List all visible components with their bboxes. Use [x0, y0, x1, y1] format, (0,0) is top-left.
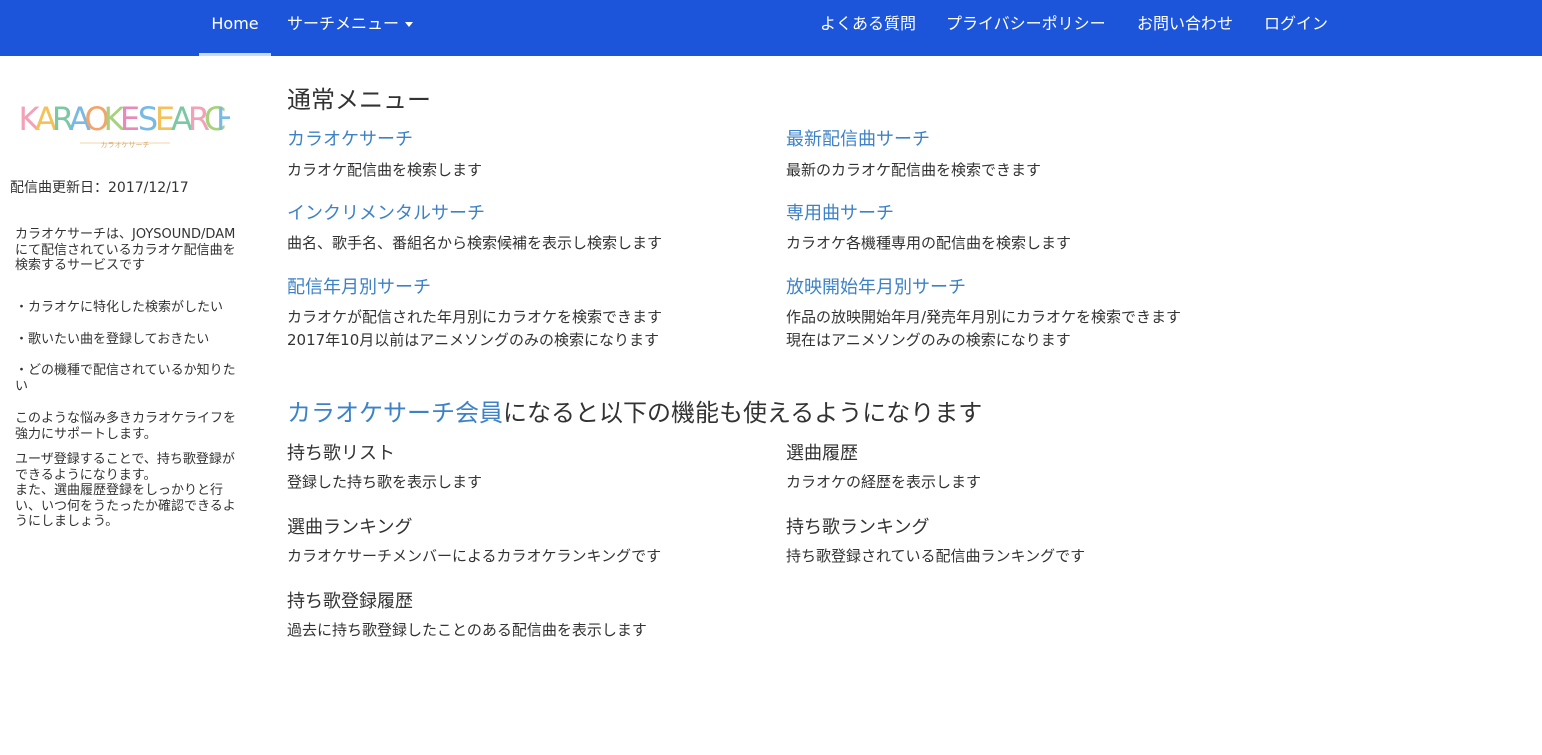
my-songs-history-title: 持ち歌登録履歴 [287, 591, 413, 612]
nav-search-menu-label: サーチメニュー [287, 14, 400, 33]
selection-history-desc: カラオケの経歴を表示します [786, 473, 982, 491]
incremental-search-link[interactable]: インクリメンタルサーチ [287, 199, 485, 225]
incremental-search-desc: 曲名、歌手名、番組名から検索候補を表示し検索します [287, 234, 663, 252]
sidebar-history-text: また、選曲履歴登録をしっかりと行い、いつ何をうたったか確認できるようにしましょう… [15, 483, 236, 529]
sidebar-bullet-1: ・カラオケに特化した検索がしたい [15, 300, 224, 315]
svg-text:H: H [216, 100, 230, 138]
broadcast-start-search-note: 現在はアニメソングのみの検索になります [786, 331, 1071, 349]
nav-contact-link[interactable]: お問い合わせ [1137, 0, 1233, 56]
monthly-release-search-desc: カラオケが配信された年月別にカラオケを検索できます [287, 308, 663, 326]
exclusive-songs-search-desc: カラオケ各機種専用の配信曲を検索します [786, 234, 1072, 252]
svg-text:カラオケサーチ: カラオケサーチ [101, 141, 150, 149]
nav-search-menu-dropdown[interactable]: サーチメニュー [287, 0, 414, 56]
member-link[interactable]: カラオケサーチ会員 [287, 399, 503, 427]
song-update-date: 配信曲更新日：2017/12/17 [10, 180, 189, 196]
karaoke-search-logo[interactable]: K A R A O K E S E A R C H カラオケサーチ [20, 96, 230, 152]
nav-home-label: Home [211, 14, 259, 33]
my-songs-ranking-desc: 持ち歌登録されている配信曲ランキングです [786, 547, 1086, 565]
selection-history-title: 選曲履歴 [786, 443, 858, 464]
sidebar-intro-text: カラオケサーチは、JOYSOUND/DAMにて配信されているカラオケ配信曲を検索… [15, 227, 236, 273]
sidebar-bullet-2: ・歌いたい曲を登録しておきたい [15, 332, 210, 347]
my-songs-list-title: 持ち歌リスト [287, 443, 395, 464]
my-songs-ranking-title: 持ち歌ランキング [786, 517, 930, 538]
karaoke-search-desc: カラオケ配信曲を検索します [287, 161, 483, 179]
nav-login-link[interactable]: ログイン [1264, 0, 1328, 56]
exclusive-songs-search-link[interactable]: 専用曲サーチ [786, 199, 894, 225]
nav-active-indicator [199, 53, 271, 56]
broadcast-start-search-link[interactable]: 放映開始年月別サーチ [786, 273, 966, 299]
nav-faq-link[interactable]: よくある質問 [820, 0, 916, 56]
normal-menu-heading: 通常メニュー [287, 86, 431, 114]
member-features-heading: カラオケサーチ会員になると以下の機能も使えるようになります [287, 393, 982, 428]
karaoke-search-link[interactable]: カラオケサーチ [287, 125, 413, 151]
latest-songs-search-desc: 最新のカラオケ配信曲を検索できます [786, 161, 1042, 179]
sidebar-register-text: ユーザ登録することで、持ち歌登録ができるようになります。 [15, 452, 235, 483]
sidebar-bullet-3: ・どの機種で配信されているか知りたい [15, 363, 236, 394]
caret-down-icon [405, 22, 414, 27]
latest-songs-search-link[interactable]: 最新配信曲サーチ [786, 125, 930, 151]
my-songs-list-desc: 登録した持ち歌を表示します [287, 473, 483, 491]
broadcast-start-search-desc: 作品の放映開始年月/発売年月別にカラオケを検索できます [786, 308, 1182, 326]
my-songs-history-desc: 過去に持ち歌登録したことのある配信曲を表示します [287, 621, 647, 639]
nav-privacy-link[interactable]: プライバシーポリシー [946, 0, 1106, 56]
member-features-text: になると以下の機能も使えるようになります [503, 399, 983, 427]
song-ranking-desc: カラオケサーチメンバーによるカラオケランキングです [287, 547, 662, 565]
monthly-release-search-link[interactable]: 配信年月別サーチ [287, 273, 431, 299]
monthly-release-search-note: 2017年10月以前はアニメソングのみの検索になります [287, 331, 659, 349]
nav-home-link[interactable]: Home [199, 0, 271, 56]
song-ranking-title: 選曲ランキング [287, 517, 413, 538]
sidebar-support-text: このような悩み多きカラオケライフを強力にサポートします。 [15, 411, 237, 442]
top-navbar: Home サーチメニュー よくある質問 プライバシーポリシー お問い合わせ ログ… [0, 0, 1542, 56]
